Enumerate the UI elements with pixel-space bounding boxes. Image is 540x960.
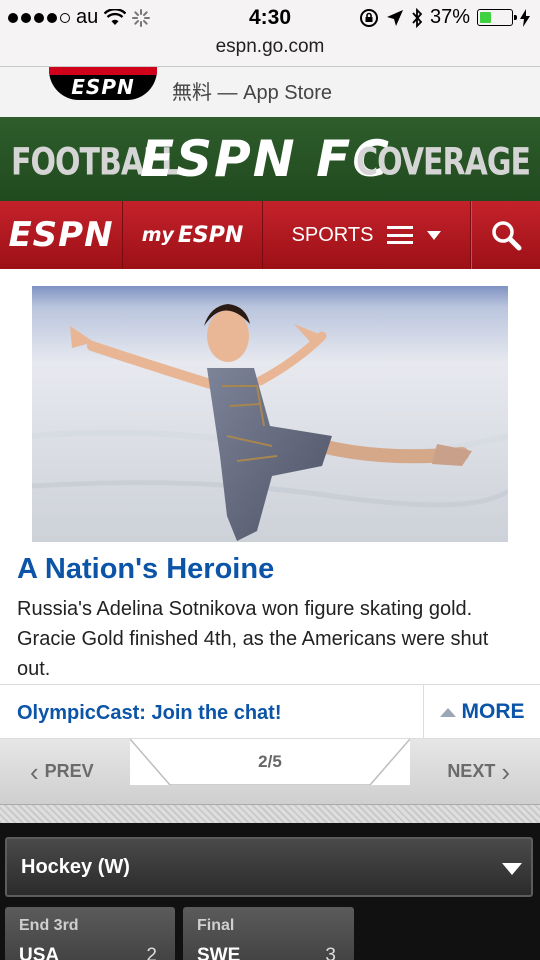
dropdown-arrow-icon	[502, 863, 522, 875]
triangle-up-icon	[439, 707, 456, 717]
chevron-left-icon: ‹	[30, 756, 39, 787]
espn-fc-ad-banner[interactable]: FOOTBALL ESPN FC COVERAGE	[0, 117, 540, 201]
next-label: NEXT	[447, 761, 496, 781]
game-status: End 3rd	[19, 917, 79, 934]
divider-stripe	[0, 805, 540, 823]
battery-icon	[477, 9, 517, 26]
battery-percent: 37%	[429, 6, 470, 28]
more-label: MORE	[461, 700, 525, 723]
team-score: 2	[146, 945, 157, 960]
fc-banner-logo: ESPN FC	[140, 130, 391, 188]
url-bar[interactable]: espn.go.com	[0, 36, 540, 67]
main-nav: ESPN my ESPN SPORTS	[0, 201, 540, 269]
prev-label: PREV	[44, 761, 94, 781]
game-status: Final	[197, 917, 235, 934]
sport-select[interactable]: Hockey (W)	[5, 837, 533, 897]
team-name: SWE	[197, 945, 241, 960]
prev-button[interactable]: ‹ PREV	[30, 756, 94, 787]
article-summary: Russia's Adelina Sotnikova won figure sk…	[17, 598, 489, 680]
page-indicator-tab: 2/5	[130, 739, 410, 785]
next-button[interactable]: NEXT ›	[447, 756, 510, 787]
page-count: 2/5	[258, 752, 282, 771]
score-card[interactable]: End 3rd USA 2	[5, 907, 175, 960]
search-button[interactable]	[471, 201, 540, 269]
article-headline[interactable]: A Nation's Heroine	[17, 553, 274, 586]
fc-banner-right-text: COVERAGE	[356, 140, 531, 185]
team-score: 3	[325, 945, 336, 960]
sports-menu-label: SPORTS	[291, 223, 374, 246]
hamburger-icon	[387, 226, 414, 244]
my-espn-logo: ESPN	[177, 222, 244, 248]
status-bar: au 4:30 37%	[0, 0, 540, 36]
chevron-down-icon	[427, 230, 442, 240]
bluetooth-icon	[412, 7, 423, 28]
carousel-pager: ‹ PREV 2/5 NEXT ›	[0, 739, 540, 805]
search-icon	[492, 221, 522, 251]
app-icon-logo: ESPN	[71, 75, 135, 99]
scoreboard: Hockey (W) End 3rd USA 2 Final SWE 3	[0, 823, 540, 960]
chevron-right-icon: ›	[501, 756, 510, 787]
charging-bolt-icon	[520, 8, 530, 27]
team-name: USA	[19, 945, 60, 960]
rotation-lock-icon	[359, 8, 378, 27]
my-espn-button[interactable]: my ESPN	[123, 201, 263, 269]
article-links-row: OlympicCast: Join the chat! MORE	[0, 684, 540, 739]
score-card[interactable]: Final SWE 3	[183, 907, 354, 960]
sports-menu-button[interactable]: SPORTS	[263, 201, 471, 269]
app-store-label: 無料 — App Store	[172, 82, 333, 104]
my-espn-prefix: my	[141, 224, 174, 246]
more-button[interactable]: MORE	[423, 685, 540, 739]
location-icon	[386, 9, 403, 26]
espn-home-logo[interactable]: ESPN	[0, 201, 123, 269]
olympiccast-chat-link[interactable]: OlympicCast: Join the chat!	[17, 702, 282, 725]
url-text: espn.go.com	[215, 36, 325, 57]
app-store-banner[interactable]: ESPN 無料 — App Store	[0, 67, 540, 117]
espn-app-icon: ESPN	[49, 67, 157, 100]
sport-select-value: Hockey (W)	[21, 856, 130, 878]
article-photo[interactable]	[32, 286, 508, 542]
